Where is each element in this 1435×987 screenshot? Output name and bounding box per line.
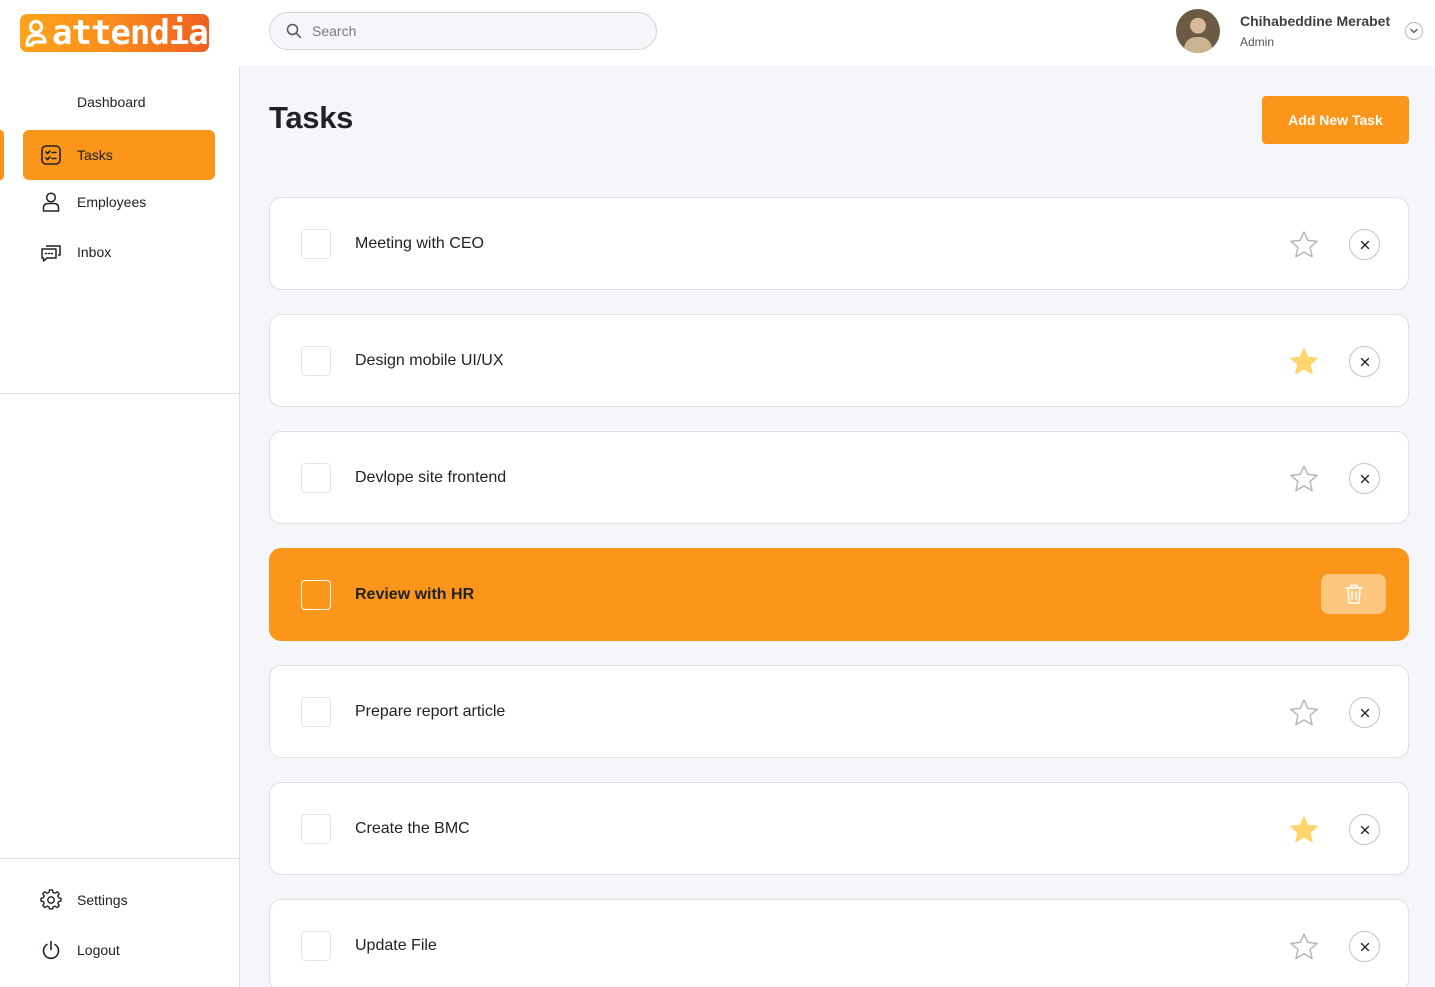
remove-task-button[interactable]: [1349, 229, 1380, 260]
sidebar-item-tasks[interactable]: Tasks: [23, 130, 215, 180]
main-content: Tasks Add New Task Meeting with CEO Desi…: [240, 66, 1435, 987]
close-icon: [1360, 942, 1369, 951]
task-checkbox[interactable]: [301, 580, 331, 610]
sidebar-item-label: Tasks: [77, 147, 113, 163]
task-checkbox[interactable]: [301, 697, 331, 727]
task-checkbox[interactable]: [301, 931, 331, 961]
sidebar-item-label: Settings: [77, 892, 128, 908]
sidebar-item-label: Logout: [77, 942, 120, 958]
sidebar-item-settings[interactable]: Settings: [23, 875, 215, 925]
task-title: Design mobile UI/UX: [355, 352, 504, 369]
logo-person-icon: [25, 19, 47, 47]
task-row[interactable]: Create the BMC: [269, 782, 1409, 875]
task-checkbox[interactable]: [301, 463, 331, 493]
sidebar-item-label: Inbox: [77, 244, 112, 260]
sidebar-item-logout[interactable]: Logout: [23, 925, 215, 975]
remove-task-button[interactable]: [1349, 814, 1380, 845]
chevron-down-icon: [1410, 28, 1418, 34]
sidebar-item-label: Dashboard: [77, 94, 146, 110]
task-checkbox[interactable]: [301, 346, 331, 376]
remove-task-button[interactable]: [1349, 697, 1380, 728]
avatar[interactable]: [1176, 9, 1220, 53]
remove-task-button[interactable]: [1349, 346, 1380, 377]
task-row[interactable]: Prepare report article: [269, 665, 1409, 758]
task-row-highlighted[interactable]: Review with HR: [269, 548, 1409, 641]
power-icon: [39, 938, 63, 962]
sidebar-divider: [0, 858, 239, 859]
task-row[interactable]: Design mobile UI/UX: [269, 314, 1409, 407]
profile-menu-button[interactable]: [1405, 22, 1423, 40]
inbox-icon: [39, 240, 63, 264]
page-title: Tasks: [269, 100, 354, 135]
sidebar-item-inbox[interactable]: Inbox: [23, 227, 215, 277]
close-icon: [1360, 708, 1369, 717]
star-outline-icon[interactable]: [1288, 697, 1320, 729]
task-row[interactable]: Devlope site frontend: [269, 431, 1409, 524]
search-bar[interactable]: [269, 12, 657, 50]
add-new-task-button[interactable]: Add New Task: [1262, 96, 1409, 144]
user-name: Chihabeddine Merabet: [1240, 13, 1391, 29]
close-icon: [1360, 474, 1369, 483]
remove-task-button[interactable]: [1349, 931, 1380, 962]
close-icon: [1360, 825, 1369, 834]
search-input[interactable]: [312, 23, 632, 39]
active-nav-indicator: [0, 130, 4, 180]
task-checkbox[interactable]: [301, 814, 331, 844]
star-outline-icon[interactable]: [1288, 229, 1320, 261]
star-filled-icon[interactable]: [1288, 346, 1320, 378]
logo-wordmark: attendia: [52, 13, 209, 53]
task-title: Prepare report article: [355, 703, 506, 720]
task-checkbox[interactable]: [301, 229, 331, 259]
user-role: Admin: [1240, 35, 1275, 49]
task-row[interactable]: Meeting with CEO: [269, 197, 1409, 290]
user-icon: [39, 190, 63, 214]
top-bar: attendia Chihabeddine Merabet Admin: [0, 0, 1435, 66]
close-icon: [1360, 240, 1369, 249]
tasks-icon: [39, 143, 63, 167]
trash-icon: [1344, 584, 1363, 604]
star-outline-icon[interactable]: [1288, 931, 1320, 963]
task-title: Review with HR: [355, 586, 475, 603]
delete-task-button[interactable]: [1321, 574, 1386, 614]
task-title: Create the BMC: [355, 820, 470, 837]
task-title: Meeting with CEO: [355, 235, 484, 252]
task-row[interactable]: Update File: [269, 899, 1409, 987]
task-title: Update File: [355, 937, 437, 954]
sidebar-divider: [0, 393, 239, 394]
sidebar-item-dashboard[interactable]: Dashboard: [23, 77, 215, 127]
remove-task-button[interactable]: [1349, 463, 1380, 494]
sidebar-item-label: Employees: [77, 194, 147, 210]
star-outline-icon[interactable]: [1288, 463, 1320, 495]
task-title: Devlope site frontend: [355, 469, 507, 486]
sidebar: Dashboard Tasks Employees Inbox Settings…: [0, 66, 240, 987]
close-icon: [1360, 357, 1369, 366]
gear-icon: [39, 888, 63, 912]
search-icon: [286, 23, 302, 39]
star-filled-icon[interactable]: [1288, 814, 1320, 846]
sidebar-item-employees[interactable]: Employees: [23, 177, 215, 227]
attendia-logo[interactable]: attendia: [20, 14, 209, 52]
